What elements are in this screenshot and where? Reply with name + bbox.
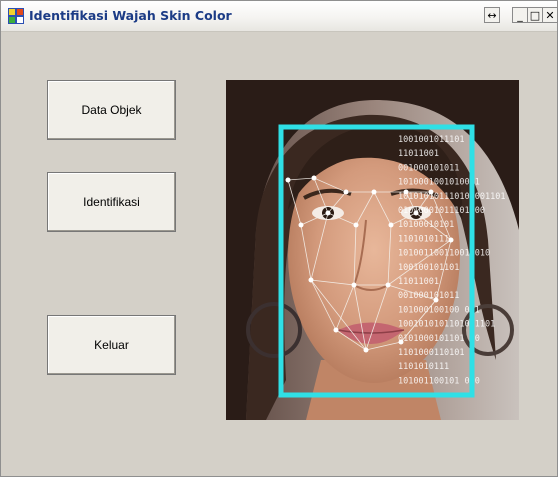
binary-line: 10100010101	[398, 220, 454, 230]
binary-line: 11011001	[398, 149, 439, 159]
data-objek-button[interactable]: Data Objek	[47, 80, 176, 140]
binary-line: 001000101011	[398, 291, 459, 301]
minimize-button[interactable]: _	[512, 7, 528, 23]
app-icon	[8, 8, 24, 24]
close-icon: ✕	[545, 8, 555, 22]
binary-line: 101000100100 011	[398, 305, 480, 315]
close-button[interactable]: ✕	[542, 7, 558, 23]
binary-line: 1101000110101	[398, 348, 465, 358]
binary-line: 1010001001010001	[398, 178, 480, 188]
face-picture-box: 1001001011101 11011001 001000101011 1010001…	[226, 80, 519, 420]
minimize-icon: _	[517, 8, 523, 22]
maximize-button[interactable]: □	[527, 7, 543, 23]
maximize-icon: □	[529, 8, 541, 22]
binary-line: 001000101011	[398, 163, 459, 173]
binary-line: 1101010111	[398, 234, 449, 244]
resize-button[interactable]: ↔	[484, 7, 500, 23]
binary-line: 1101010111	[398, 362, 449, 372]
binary-line: 101001100101 010	[398, 376, 480, 386]
binary-line: 0101000101101 00	[398, 334, 480, 344]
app-window: Identifikasi Wajah Skin Color ↔ _ □ ✕ Da…	[0, 0, 558, 477]
window-title: Identifikasi Wajah Skin Color	[29, 8, 232, 23]
resize-arrows-icon: ↔	[487, 8, 497, 22]
binary-line: 10100110011001 010	[398, 249, 490, 259]
binary-line: 1001001011101	[398, 135, 465, 145]
keluar-button[interactable]: Keluar	[47, 315, 176, 375]
binary-line: 11011001	[398, 277, 439, 287]
identifikasi-button[interactable]: Identifikasi	[47, 172, 176, 232]
binary-line: 101010101110100001101	[398, 192, 505, 202]
title-bar[interactable]: Identifikasi Wajah Skin Color ↔ _ □ ✕	[1, 1, 558, 32]
